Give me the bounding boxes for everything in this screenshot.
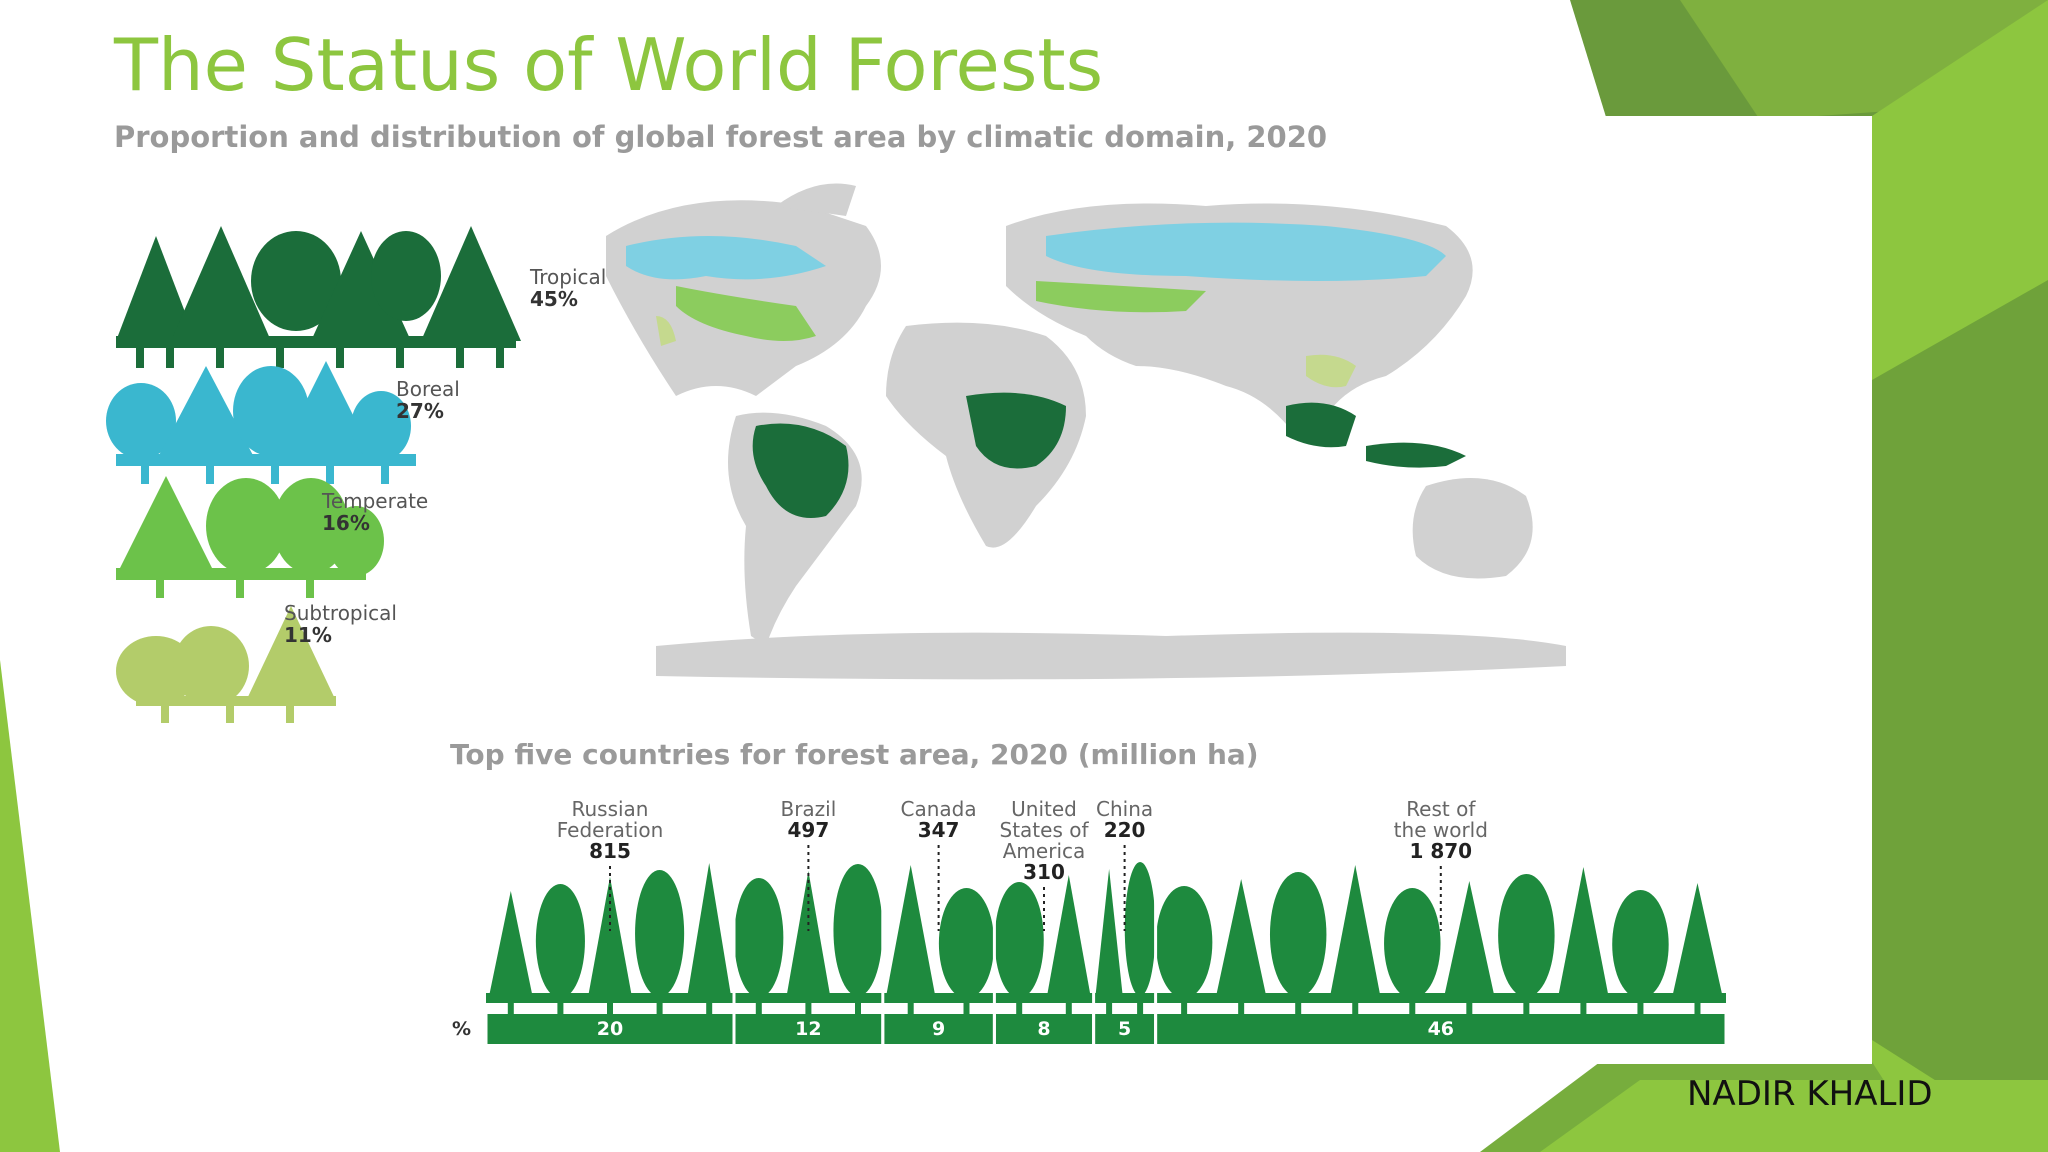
tree-conifer <box>786 871 831 999</box>
tree-broadleaf <box>1498 874 1555 998</box>
value-label: 815 <box>589 839 631 863</box>
value-label: 220 <box>1104 818 1146 842</box>
tree-conifer <box>1671 883 1724 999</box>
country-forest-chart: % 20RussianFederation81512Brazil4979Canad… <box>452 797 1726 1044</box>
tree-broadleaf <box>535 884 585 999</box>
tree-conifer <box>1215 879 1267 999</box>
tree-conifer <box>1443 881 1495 999</box>
tree-conifer <box>885 865 936 999</box>
tree-broadleaf <box>938 888 995 999</box>
forest-ground <box>882 993 995 1003</box>
tree-conifer <box>1329 865 1381 999</box>
tree-broadleaf <box>833 864 883 997</box>
author-name: NADIR KHALID <box>1687 1074 1933 1114</box>
value-label: 310 <box>1023 860 1065 884</box>
tree-conifer <box>1046 875 1092 999</box>
forest-infographic: Proportion and distribution of global fo… <box>96 116 1872 1064</box>
percent-label: 12 <box>795 1018 821 1040</box>
tree-broadleaf <box>1124 862 1156 997</box>
left-shape-lime <box>0 660 60 1152</box>
forest-ground <box>486 993 734 1003</box>
tree-conifer <box>1095 869 1124 999</box>
percent-label: 5 <box>1118 1018 1131 1040</box>
tree-broadleaf <box>994 882 1044 999</box>
percent-label: 9 <box>932 1018 945 1040</box>
forest-ground <box>994 993 1094 1003</box>
tree-broadleaf <box>734 878 784 998</box>
tree-conifer <box>1557 867 1610 999</box>
percent-label: 8 <box>1037 1018 1050 1040</box>
forest-ground <box>1155 993 1726 1003</box>
percent-axis-label: % <box>452 1018 471 1040</box>
tree-conifer <box>686 863 732 999</box>
tree-broadleaf <box>635 870 685 997</box>
tree-broadleaf <box>1155 886 1213 999</box>
tree-broadleaf <box>1384 888 1441 999</box>
value-label: 497 <box>788 818 830 842</box>
value-label: 347 <box>918 818 960 842</box>
tree-broadleaf <box>1269 872 1327 998</box>
forest-ground <box>734 993 883 1003</box>
tree-conifer <box>488 891 534 999</box>
value-label: 1 870 <box>1409 839 1472 863</box>
percent-label: 46 <box>1428 1018 1454 1040</box>
tree-broadleaf <box>1612 890 1669 999</box>
slide-title: The Status of World Forests <box>114 23 1104 107</box>
percent-label: 20 <box>597 1018 623 1040</box>
forest-ground <box>1093 993 1156 1003</box>
